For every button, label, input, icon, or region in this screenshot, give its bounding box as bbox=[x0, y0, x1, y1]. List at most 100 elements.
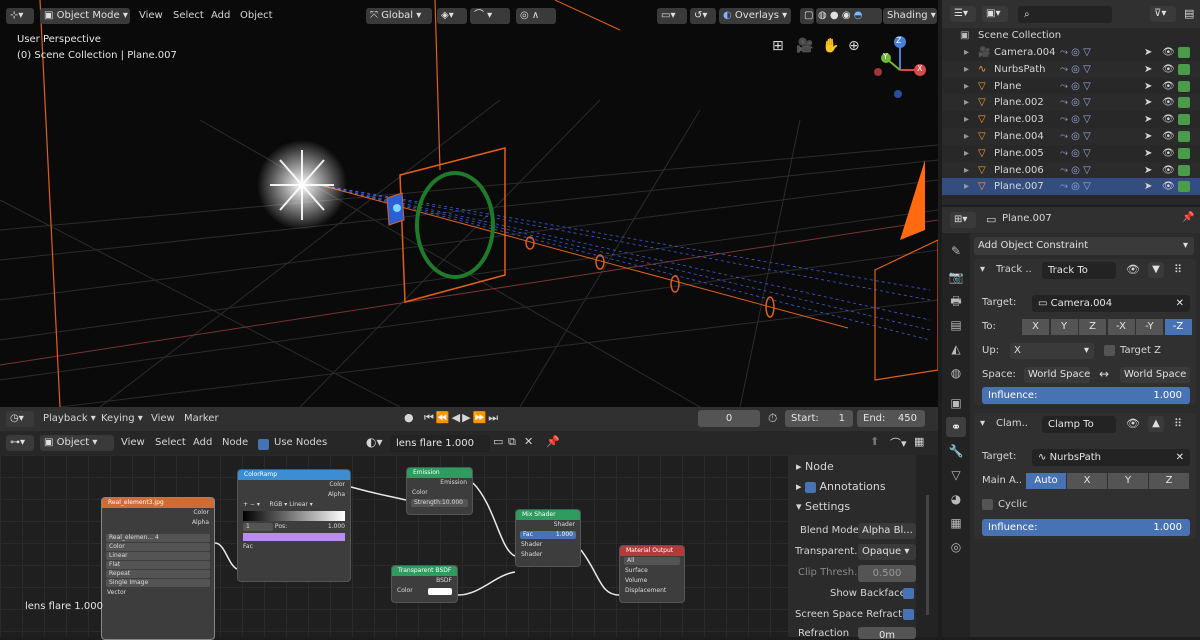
expand-arrow-icon[interactable]: ▸ bbox=[964, 61, 969, 78]
ramp-color-swatch[interactable] bbox=[243, 533, 345, 541]
visibility-eye-icon[interactable]: 👁 bbox=[1162, 178, 1175, 195]
clamp-influence-slider[interactable]: Influence: 1.000 bbox=[982, 519, 1190, 536]
menu-view[interactable]: View bbox=[139, 10, 163, 21]
shadow-mode-dropdown[interactable]: Opaque ▾ bbox=[858, 544, 916, 560]
display-mode-dropdown[interactable]: ▣▾ bbox=[982, 6, 1008, 22]
material-tab-icon[interactable]: ◕ bbox=[946, 489, 966, 509]
visibility-eye-icon[interactable]: 👁 bbox=[1126, 263, 1140, 276]
timeline-editor-type[interactable]: ◷▾ bbox=[6, 411, 34, 427]
select-arrow-icon[interactable]: ➤ bbox=[1144, 178, 1152, 195]
outliner-editor-type[interactable]: ☰▾ bbox=[950, 6, 976, 22]
color-space-dropdown[interactable]: Color bbox=[106, 543, 210, 551]
track-axis-button[interactable]: -Y bbox=[1136, 319, 1163, 335]
outliner-row[interactable]: ▸ ▽ Plane.007 ⤳ ◎ ▽ ➤ 👁 bbox=[942, 178, 1200, 196]
owner-space-dropdown[interactable]: World Space bbox=[1024, 367, 1090, 383]
toggle-grid-icon[interactable]: ⊞ bbox=[772, 38, 784, 54]
proportional-edit-toggle[interactable]: ◎ ∧ bbox=[516, 8, 556, 24]
move-up-button[interactable]: ▲ bbox=[1148, 416, 1164, 432]
outliner-row[interactable]: ▸ ▽ Plane ⤳ ◎ ▽ ➤ 👁 bbox=[942, 77, 1200, 95]
world-tab-icon[interactable]: ◍ bbox=[946, 363, 966, 383]
target-space-dropdown[interactable]: World Space bbox=[1120, 367, 1190, 383]
render-camera-icon[interactable] bbox=[1178, 114, 1190, 126]
select-arrow-icon[interactable]: ➤ bbox=[1144, 162, 1152, 179]
pin-icon[interactable]: 📌 bbox=[1182, 212, 1194, 223]
select-arrow-icon[interactable]: ➤ bbox=[1144, 44, 1152, 61]
outliner-row[interactable]: ▸ ▽ Plane.003 ⤳ ◎ ▽ ➤ 👁 bbox=[942, 111, 1200, 129]
clip-threshold-field[interactable]: 0.500 bbox=[858, 565, 916, 582]
modifiers-tab-icon[interactable]: 🔧 bbox=[946, 441, 966, 461]
track-axis-button[interactable]: Z bbox=[1079, 319, 1106, 335]
render-camera-icon[interactable] bbox=[1178, 47, 1190, 58]
select-arrow-icon[interactable]: ➤ bbox=[1144, 78, 1152, 95]
end-frame-field[interactable]: End: 450 bbox=[857, 410, 925, 427]
render-camera-icon[interactable] bbox=[1178, 147, 1190, 159]
transform-orientation-dropdown[interactable]: ⤧ Global ▾ bbox=[366, 8, 432, 24]
expand-arrow-icon[interactable]: ▸ bbox=[964, 44, 969, 61]
object-data-tab-icon[interactable]: ▽ bbox=[946, 465, 966, 485]
play-reverse-icon[interactable]: ◀ bbox=[452, 411, 462, 424]
constraints-tab-icon[interactable]: ⚭ bbox=[946, 417, 966, 437]
track-to-constraint-panel[interactable]: ▾ Track .. Track To 👁 ▼ ⠿ Target: ▭ Came… bbox=[974, 259, 1196, 405]
data-link-icon[interactable]: ⤳ ◎ ▽ bbox=[1060, 128, 1091, 145]
filter-dropdown[interactable]: ⊽▾ bbox=[1150, 6, 1176, 22]
jump-end-icon[interactable]: ⏭ bbox=[488, 411, 500, 424]
expand-arrow-icon[interactable]: ▸ bbox=[964, 178, 969, 195]
projection-dropdown[interactable]: Flat bbox=[106, 561, 210, 569]
material-sphere-icon[interactable]: ◐▾ bbox=[366, 435, 383, 449]
mix-fac-field[interactable]: Fac 1.000 bbox=[520, 531, 576, 539]
physics-tab-icon[interactable]: ◎ bbox=[946, 537, 966, 557]
timeline-header[interactable]: ◷▾ Playback ▾ Keying ▾ View Marker ● ⏮⏪◀… bbox=[0, 407, 938, 431]
record-icon[interactable]: ● bbox=[404, 411, 414, 424]
constraint-name-field[interactable]: Clamp To bbox=[1042, 416, 1116, 433]
sidebar-scrollbar[interactable] bbox=[926, 495, 929, 615]
play-icon[interactable]: ▶ bbox=[462, 411, 472, 424]
blend-mode-dropdown[interactable]: Alpha Bl... bbox=[858, 523, 916, 539]
menu-view-node[interactable]: View bbox=[121, 437, 145, 448]
mode-dropdown[interactable]: ▣ Object Mode ▾ bbox=[40, 8, 130, 24]
collapse-arrow-icon[interactable]: ▾ bbox=[980, 264, 985, 275]
expand-arrow-icon[interactable]: ▸ bbox=[964, 162, 969, 179]
outliner-row[interactable]: ▸ ▽ Plane.006 ⤳ ◎ ▽ ➤ 👁 bbox=[942, 161, 1200, 179]
track-target-field[interactable]: ▭ Camera.004 ✕ bbox=[1032, 295, 1190, 312]
solid-shading-icon[interactable]: ● bbox=[830, 8, 839, 24]
camera-view-icon[interactable]: 🎥 bbox=[796, 38, 813, 54]
tool-tab-icon[interactable]: ✎ bbox=[946, 241, 966, 261]
track-axis-button[interactable]: -Z bbox=[1164, 319, 1192, 335]
menu-object[interactable]: Object bbox=[240, 10, 273, 21]
output-target-dropdown[interactable]: All bbox=[624, 557, 680, 565]
outliner-row[interactable]: ▸ ∿ NurbsPath ⤳ ◎ ▽ ➤ 👁 bbox=[942, 60, 1200, 78]
expand-arrow-icon[interactable]: ▸ bbox=[964, 111, 969, 128]
snap-toggle[interactable]: ⌒ ▾ bbox=[470, 8, 510, 24]
target-z-checkbox[interactable] bbox=[1104, 345, 1115, 356]
image-texture-node[interactable]: Real_element3.jpg Color Alpha Real_eleme… bbox=[101, 497, 215, 640]
menu-add-node[interactable]: Add bbox=[193, 437, 212, 448]
properties-editor[interactable]: ⊞▾ ▭ Plane.007 📌 ✎ 📷 🖶 ▤ ◭ ◍ ▣ ⚭ 🔧 ▽ ◕ ▦… bbox=[942, 207, 1200, 637]
extension-dropdown[interactable]: Repeat bbox=[106, 570, 210, 578]
clamp-axis-button[interactable]: Y bbox=[1108, 473, 1148, 489]
clamp-axis-button[interactable]: Z bbox=[1149, 473, 1189, 489]
strength-field[interactable]: Strength:10.000 bbox=[411, 499, 468, 507]
xray-toggle[interactable]: ▢ bbox=[800, 8, 814, 24]
menu-add[interactable]: Add bbox=[211, 10, 230, 21]
ssr-checkbox[interactable] bbox=[903, 609, 914, 620]
outliner-row[interactable]: ▸ 🎥 Camera.004 ⤳ ◎ ▽ ➤ 👁 bbox=[942, 44, 1200, 61]
playback-controls[interactable]: ⏮⏪◀▶⏩⏭ bbox=[424, 411, 500, 425]
overlays-dropdown[interactable]: ◐ Overlays ▾ bbox=[719, 8, 791, 24]
menu-select[interactable]: Select bbox=[173, 10, 204, 21]
ramp-gradient[interactable] bbox=[243, 511, 345, 521]
render-camera-icon[interactable] bbox=[1178, 80, 1190, 92]
current-frame-field[interactable]: 0 bbox=[698, 410, 760, 427]
render-camera-icon[interactable] bbox=[1178, 63, 1190, 75]
new-collection-icon[interactable]: ▤ bbox=[1184, 7, 1194, 20]
fake-user-icon[interactable]: ▭ bbox=[493, 435, 503, 448]
select-arrow-icon[interactable]: ➤ bbox=[1144, 145, 1152, 162]
outliner[interactable]: ☰▾ ▣▾ ⌕ ⊽▾ ▤ ▣ Scene Collection ▸ 🎥 Camera… bbox=[942, 0, 1200, 205]
render-camera-icon[interactable] bbox=[1178, 97, 1190, 109]
outliner-row[interactable]: ▸ ▽ Plane.004 ⤳ ◎ ▽ ➤ 👁 bbox=[942, 128, 1200, 145]
data-link-icon[interactable]: ⤳ ◎ ▽ bbox=[1060, 162, 1091, 179]
shading-dropdown[interactable]: Shading ▾ bbox=[883, 8, 937, 24]
outliner-row[interactable]: ▸ ▽ Plane.002 ⤳ ◎ ▽ ➤ 👁 bbox=[942, 94, 1200, 112]
editor-type-button[interactable]: ⊹▾ bbox=[6, 8, 34, 24]
visibility-eye-icon[interactable]: 👁 bbox=[1126, 417, 1140, 430]
mix-shader-node[interactable]: Mix Shader Shader Fac 1.000 Shader Shader bbox=[515, 509, 581, 567]
